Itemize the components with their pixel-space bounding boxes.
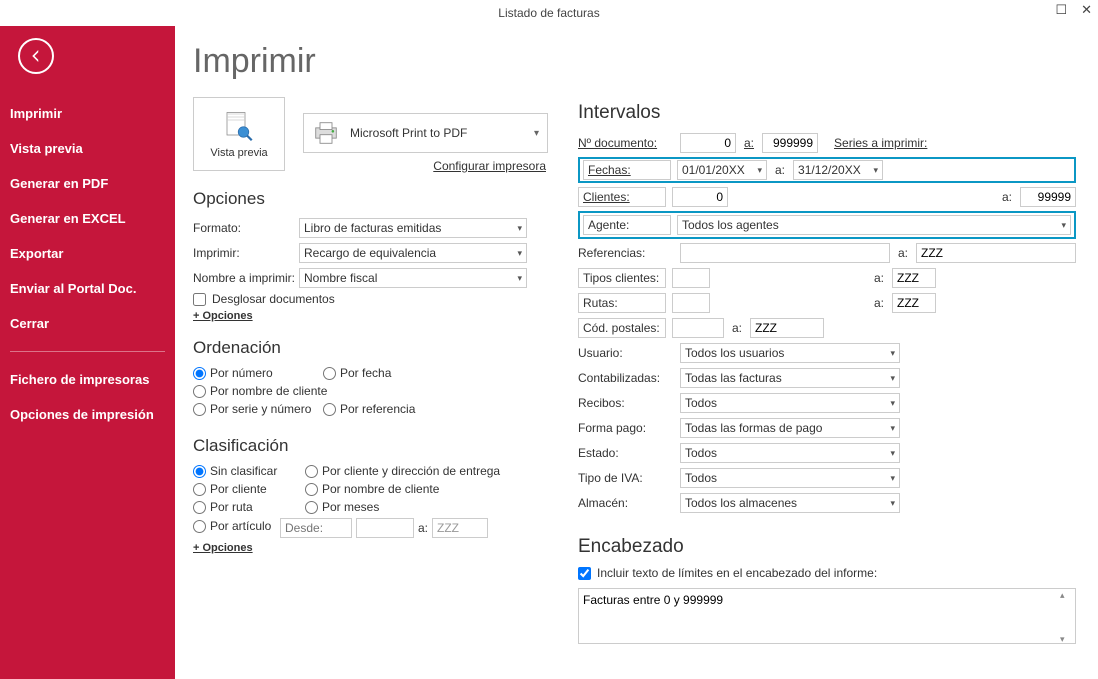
clasificacion-heading: Clasificación <box>193 436 548 456</box>
desglosar-checkbox[interactable]: Desglosar documentos <box>193 292 548 306</box>
cp-from[interactable] <box>672 318 724 338</box>
nombre-select[interactable]: Nombre fiscal▾ <box>299 268 527 288</box>
sidebar-separator <box>10 351 165 352</box>
chevron-down-icon: ▾ <box>534 128 539 139</box>
imprimir-label: Imprimir: <box>193 246 299 260</box>
ord-por-serie[interactable]: Por serie y número <box>193 402 323 416</box>
sidebar-item-generar-excel[interactable]: Generar en EXCEL <box>0 201 175 236</box>
sidebar: Imprimir Vista previa Generar en PDF Gen… <box>0 26 175 679</box>
encabezado-checkbox[interactable]: Incluir texto de límites en el encabezad… <box>578 566 1076 580</box>
cont-label: Contabilizadas: <box>578 371 674 385</box>
clas-cliente-dir[interactable]: Por cliente y dirección de entrega <box>305 464 500 478</box>
clientes-label[interactable]: Clientes: <box>578 187 666 207</box>
ndoc-label[interactable]: Nº documento: <box>578 136 674 150</box>
ord-por-numero[interactable]: Por número <box>193 366 323 380</box>
usuario-label: Usuario: <box>578 346 674 360</box>
ord-por-nombre[interactable]: Por nombre de cliente <box>193 384 327 398</box>
clas-meses[interactable]: Por meses <box>305 500 379 514</box>
clas-desde-input[interactable] <box>280 518 352 538</box>
rutas-label: Rutas: <box>578 293 666 313</box>
rec-label: Recibos: <box>578 396 674 410</box>
close-icon[interactable]: ✕ <box>1081 2 1092 18</box>
printer-icon <box>312 121 340 145</box>
ordenacion-heading: Ordenación <box>193 338 548 358</box>
ref-label: Referencias: <box>578 246 674 260</box>
alm-label: Almacén: <box>578 496 674 510</box>
sidebar-item-opciones-impresion[interactable]: Opciones de impresión <box>0 397 175 432</box>
agente-highlight: Agente: Todos los agentes▾ <box>578 211 1076 239</box>
clas-ruta[interactable]: Por ruta <box>193 500 305 514</box>
ndoc-from[interactable] <box>680 133 736 153</box>
estado-select[interactable]: Todos▾ <box>680 443 900 463</box>
cp-label: Cód. postales: <box>578 318 666 338</box>
page-title: Imprimir <box>193 42 548 81</box>
fechas-label[interactable]: Fechas: <box>583 160 671 180</box>
cont-select[interactable]: Todas las facturas▾ <box>680 368 900 388</box>
estado-label: Estado: <box>578 446 674 460</box>
configurar-impresora-link[interactable]: Configurar impresora <box>303 159 546 173</box>
clas-articulo[interactable]: Por artículo <box>193 519 280 533</box>
cp-to[interactable] <box>750 318 824 338</box>
rutas-to[interactable] <box>892 293 936 313</box>
iva-label: Tipo de IVA: <box>578 471 674 485</box>
ndoc-to[interactable] <box>762 133 818 153</box>
fechas-highlight: Fechas: 01/01/20XX▾ a: 31/12/20XX▾ <box>578 157 1076 183</box>
encabezado-heading: Encabezado <box>578 536 1076 558</box>
preview-icon <box>221 109 257 143</box>
opciones-more-link[interactable]: + Opciones <box>193 310 253 322</box>
clientes-to[interactable] <box>1020 187 1076 207</box>
ord-por-fecha[interactable]: Por fecha <box>323 366 421 380</box>
sidebar-item-fichero-impresoras[interactable]: Fichero de impresoras <box>0 362 175 397</box>
intervalos-heading: Intervalos <box>578 102 1076 124</box>
rec-select[interactable]: Todos▾ <box>680 393 900 413</box>
fechas-to[interactable]: 31/12/20XX▾ <box>793 160 883 180</box>
ref-to[interactable] <box>916 243 1076 263</box>
tipos-label: Tipos clientes: <box>578 268 666 288</box>
formato-label: Formato: <box>193 221 299 235</box>
clas-a-label: a: <box>418 521 428 535</box>
opciones-heading: Opciones <box>193 189 548 209</box>
printer-select[interactable]: Microsoft Print to PDF ▾ <box>303 113 548 153</box>
iva-select[interactable]: Todos▾ <box>680 468 900 488</box>
titlebar: Listado de facturas ☐ ✕ <box>0 0 1098 26</box>
encabezado-textarea[interactable] <box>578 588 1076 644</box>
agente-label: Agente: <box>583 215 671 235</box>
maximize-icon[interactable]: ☐ <box>1055 2 1067 18</box>
clas-desde-input2[interactable] <box>356 518 414 538</box>
fp-select[interactable]: Todas las formas de pago▾ <box>680 418 900 438</box>
sidebar-item-imprimir[interactable]: Imprimir <box>0 96 175 131</box>
alm-select[interactable]: Todos los almacenes▾ <box>680 493 900 513</box>
clas-a-input[interactable] <box>432 518 488 538</box>
series-link[interactable]: Series a imprimir: <box>834 136 927 150</box>
sidebar-item-exportar[interactable]: Exportar <box>0 236 175 271</box>
agente-select[interactable]: Todos los agentes▾ <box>677 215 1071 235</box>
formato-select[interactable]: Libro de facturas emitidas▾ <box>299 218 527 238</box>
clas-nombre-cliente[interactable]: Por nombre de cliente <box>305 482 439 496</box>
ref-from[interactable] <box>680 243 890 263</box>
scrollbar[interactable]: ▴▾ <box>1060 590 1074 645</box>
sidebar-item-generar-pdf[interactable]: Generar en PDF <box>0 166 175 201</box>
sidebar-item-vista-previa[interactable]: Vista previa <box>0 131 175 166</box>
rutas-from[interactable] <box>672 293 710 313</box>
back-button[interactable] <box>18 38 54 74</box>
nombre-label: Nombre a imprimir: <box>193 271 299 285</box>
tipos-from[interactable] <box>672 268 710 288</box>
window-title: Listado de facturas <box>498 6 599 20</box>
tipos-to[interactable] <box>892 268 936 288</box>
ord-por-referencia[interactable]: Por referencia <box>323 402 415 416</box>
sidebar-item-enviar-portal[interactable]: Enviar al Portal Doc. <box>0 271 175 306</box>
usuario-select[interactable]: Todos los usuarios▾ <box>680 343 900 363</box>
sidebar-item-cerrar[interactable]: Cerrar <box>0 306 175 341</box>
clas-cliente[interactable]: Por cliente <box>193 482 305 496</box>
fp-label: Forma pago: <box>578 421 674 435</box>
clasificacion-more-link[interactable]: + Opciones <box>193 542 253 554</box>
fechas-from[interactable]: 01/01/20XX▾ <box>677 160 767 180</box>
vista-previa-tile[interactable]: Vista previa <box>193 97 285 171</box>
ndoc-a: a: <box>742 136 756 150</box>
clas-sin[interactable]: Sin clasificar <box>193 464 305 478</box>
imprimir-select[interactable]: Recargo de equivalencia▾ <box>299 243 527 263</box>
clientes-from[interactable] <box>672 187 728 207</box>
